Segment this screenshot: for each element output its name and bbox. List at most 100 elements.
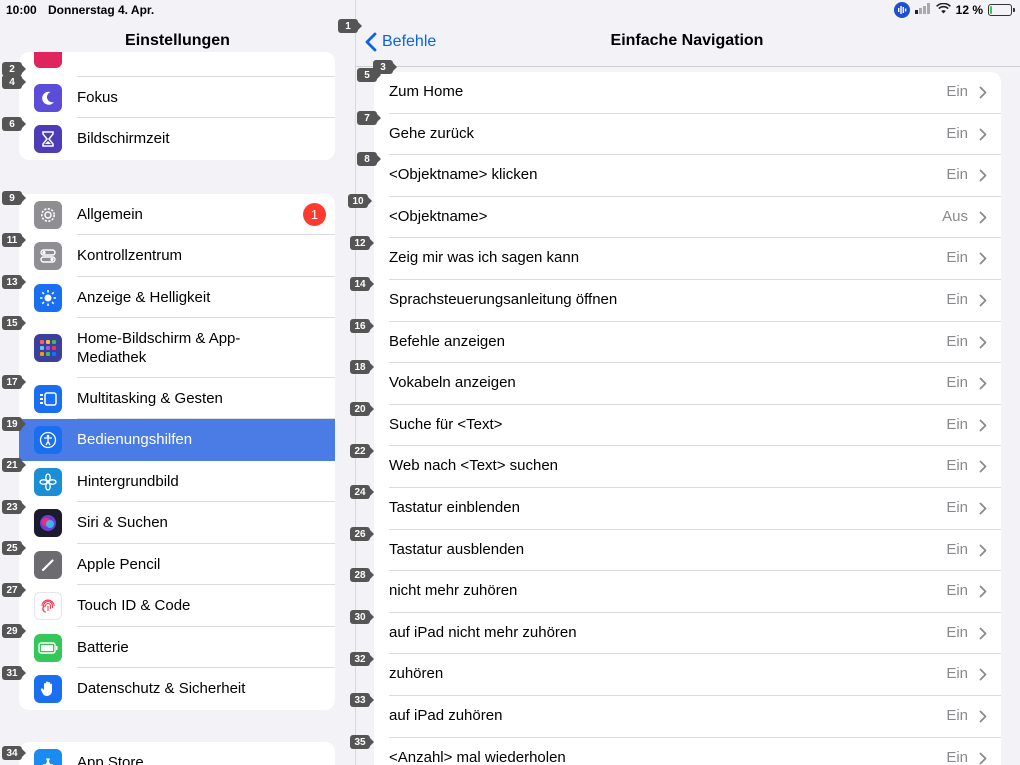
sidebar-item-label: Allgemein [77, 206, 143, 223]
command-label: auf iPad nicht mehr zuhören [389, 623, 577, 641]
sidebar-item-label: Hintergrundbild [77, 473, 179, 490]
element-number-marker: 32 [350, 652, 374, 666]
command-row[interactable]: <Objektname> klicken Ein [374, 155, 1001, 197]
chevron-right-icon [979, 377, 987, 390]
command-status: Ein [946, 332, 968, 350]
sidebar-item-hintergrundbild[interactable]: Hintergrundbild [19, 461, 335, 502]
back-button[interactable]: Befehle [365, 32, 436, 52]
command-label: Zeig mir was ich sagen kann [389, 249, 580, 267]
command-row[interactable]: Gehe zurück Ein [374, 114, 1001, 156]
sidebar-item-home-bildschirm[interactable]: Home-Bildschirm & App-Mediathek [19, 318, 335, 378]
accessibility-icon [34, 426, 62, 454]
toggles-icon [34, 242, 62, 270]
sidebar-item-anzeige[interactable]: Anzeige & Helligkeit [19, 277, 335, 318]
hourglass-icon [34, 125, 62, 153]
command-row[interactable]: <Anzahl> mal wiederholen Ein [374, 738, 1001, 765]
multitasking-icon [34, 385, 62, 413]
command-label: <Objektname> klicken [389, 166, 538, 184]
chevron-left-icon [365, 32, 377, 52]
cellular-signal-icon [914, 3, 931, 17]
command-status: Ein [946, 540, 968, 558]
sidebar-item-partial[interactable] [19, 52, 335, 77]
sidebar-item-siri[interactable]: Siri & Suchen [19, 502, 335, 544]
element-number-marker: 7 [357, 111, 381, 125]
command-row[interactable]: Web nach <Text> suchen Ein [374, 446, 1001, 488]
element-number-marker: 27 [2, 583, 26, 597]
page-title: Einfache Navigation [610, 32, 764, 49]
command-row[interactable]: Tastatur einblenden Ein [374, 488, 1001, 530]
command-status: Ein [946, 249, 968, 267]
command-status: Ein [946, 415, 968, 433]
element-number-marker: 9 [2, 191, 26, 205]
element-number-marker: 12 [350, 236, 374, 250]
command-status: Aus [942, 207, 968, 225]
command-row[interactable]: auf iPad nicht mehr zuhören Ein [374, 613, 1001, 655]
sidebar-item-label: Anzeige & Helligkeit [77, 289, 211, 306]
sidebar-item-apple-pencil[interactable]: Apple Pencil [19, 544, 335, 585]
element-number-marker: 24 [350, 485, 374, 499]
command-status: Ein [946, 582, 968, 600]
sidebar-item-multitasking[interactable]: Multitasking & Gesten [19, 378, 335, 419]
command-row[interactable]: Befehle anzeigen Ein [374, 322, 1001, 364]
sidebar-item-label: Touch ID & Code [77, 597, 191, 614]
chevron-right-icon [979, 544, 987, 556]
command-status: Ein [946, 83, 968, 100]
element-number-marker: 14 [350, 277, 374, 291]
sidebar-item-allgemein[interactable]: Allgemein 1 [19, 194, 335, 235]
command-label: zuhören [389, 665, 444, 683]
command-row[interactable]: Vokabeln anzeigen Ein [374, 363, 1001, 405]
command-label: Suche für <Text> [389, 415, 503, 433]
command-row[interactable]: Zeig mir was ich sagen kann Ein [374, 238, 1001, 280]
element-number-marker: 23 [2, 500, 26, 514]
chevron-right-icon [979, 294, 987, 307]
element-number-marker: 35 [350, 735, 374, 749]
element-number-marker: 19 [2, 417, 26, 431]
element-number-marker: 13 [2, 275, 26, 289]
command-label: Sprachsteuerungsanleitung öffnen [389, 291, 618, 308]
element-number-marker: 28 [350, 568, 374, 582]
sidebar-item-fokus[interactable]: Fokus [19, 77, 335, 118]
sidebar-item-label: Fokus [77, 89, 118, 106]
command-list: Zum Home Ein Gehe zurück Ein <Objektname> kl… [374, 72, 1001, 765]
command-status: Ein [946, 166, 968, 184]
command-label: <Anzahl> mal wiederholen [389, 748, 566, 765]
command-status: Ein [946, 124, 968, 142]
sidebar-item-datenschutz[interactable]: Datenschutz & Sicherheit [19, 668, 335, 710]
sidebar-item-kontrollzentrum[interactable]: Kontrollzentrum [19, 235, 335, 277]
element-number-marker: 2 [2, 62, 26, 76]
command-row[interactable]: Sprachsteuerungsanleitung öffnen Ein [374, 280, 1001, 322]
header-divider [356, 66, 1020, 67]
gear-icon [34, 201, 62, 229]
command-label: Gehe zurück [389, 124, 475, 142]
command-row[interactable]: Tastatur ausblenden Ein [374, 530, 1001, 572]
flower-icon [34, 468, 62, 496]
chevron-right-icon [979, 710, 987, 723]
sidebar-item-bildschirmzeit[interactable]: Bildschirmzeit [19, 118, 335, 160]
sidebar-item-batterie[interactable]: Batterie [19, 627, 335, 668]
command-status: Ein [946, 623, 968, 641]
element-number-marker: 16 [350, 319, 374, 333]
chevron-right-icon [979, 86, 987, 99]
chevron-right-icon [979, 419, 987, 432]
command-label: nicht mehr zuhören [389, 582, 518, 600]
command-row[interactable]: nicht mehr zuhören Ein [374, 571, 1001, 613]
sidebar-item-bedienungshilfen[interactable]: Bedienungshilfen [19, 419, 335, 461]
sidebar-item-app-store[interactable]: App Store [19, 742, 335, 765]
command-status: Ein [946, 457, 968, 475]
status-time: 10:00 [6, 3, 37, 17]
command-row[interactable]: auf iPad zuhören Ein [374, 696, 1001, 738]
command-status: Ein [946, 748, 968, 765]
command-row[interactable]: Zum Home Ein [374, 72, 1001, 114]
element-number-marker: 33 [350, 693, 374, 707]
moon-icon [34, 84, 62, 112]
sidebar-item-touch-id[interactable]: Touch ID & Code [19, 585, 335, 627]
element-number-marker: 10 [348, 194, 372, 208]
sidebar-item-label: Bedienungshilfen [77, 431, 193, 448]
element-number-marker: 8 [357, 152, 381, 166]
element-number-marker: 29 [2, 624, 26, 638]
command-row[interactable]: Suche für <Text> Ein [374, 405, 1001, 447]
sidebar-title: Einstellungen [125, 32, 230, 49]
sidebar-item-label: Datenschutz & Sicherheit [77, 680, 246, 697]
command-row[interactable]: <Objektname> Aus [374, 197, 1001, 239]
command-row[interactable]: zuhören Ein [374, 654, 1001, 696]
